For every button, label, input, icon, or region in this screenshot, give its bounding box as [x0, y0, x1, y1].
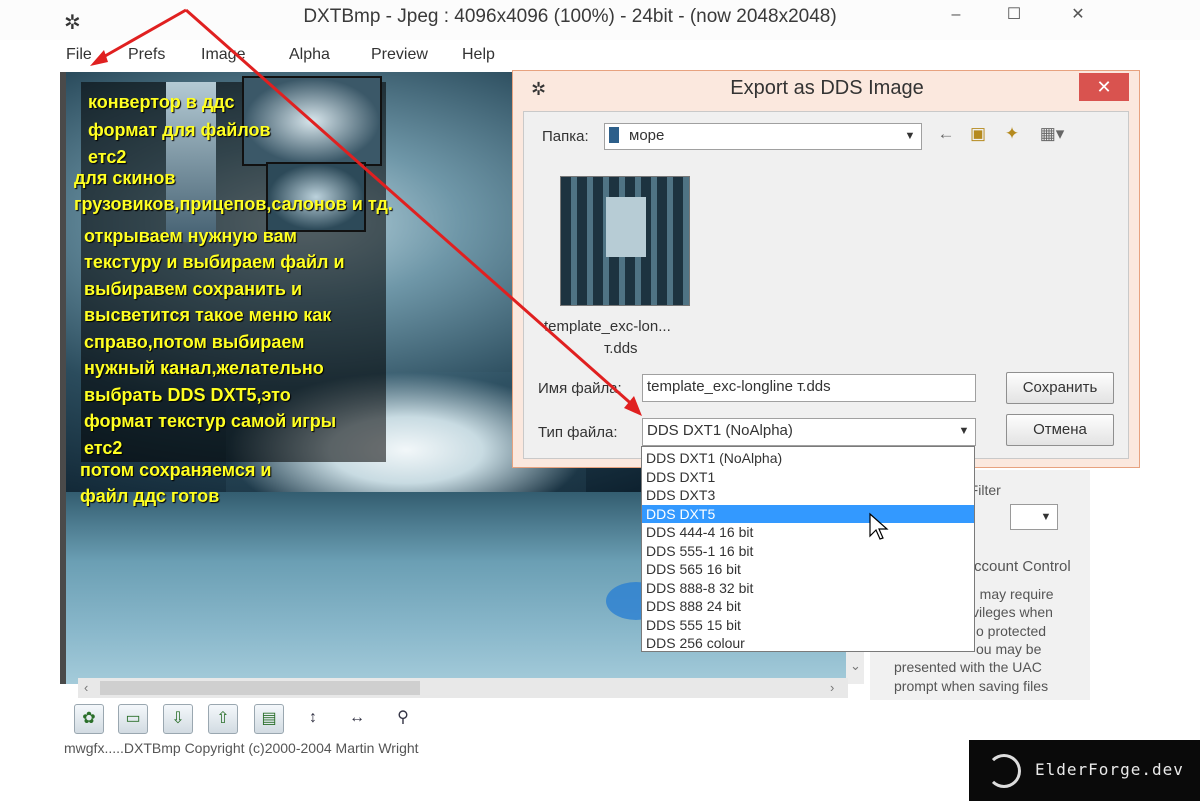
- maximize-button[interactable]: ☐: [1002, 4, 1026, 26]
- filetype-option[interactable]: DDS 555-1 16 bit: [642, 542, 974, 561]
- thumbnail-caption: т.dds: [604, 340, 638, 357]
- status-bar: mwgfx.....DXTBmp Copyright (c)2000-2004 …: [64, 740, 419, 756]
- new-folder-icon[interactable]: ✦: [1000, 124, 1024, 146]
- filter-select[interactable]: ▼: [1010, 504, 1058, 530]
- export-dialog: ✲ Export as DDS Image ✕ Папка: море ▼ ← …: [512, 70, 1140, 468]
- scroll-down-icon[interactable]: ⌄: [850, 658, 861, 674]
- save-button[interactable]: Сохранить: [1006, 372, 1114, 404]
- butterfly-icon[interactable]: ✿: [74, 704, 104, 734]
- dialog-close-button[interactable]: ✕: [1079, 73, 1129, 101]
- dialog-body: Папка: море ▼ ← ▣ ✦ ▦▾ template_exc-lon.…: [523, 111, 1129, 459]
- filetype-option[interactable]: DDS 888-8 32 bit: [642, 579, 974, 598]
- filetype-option[interactable]: DDS DXT1 (NoAlpha): [642, 449, 974, 468]
- menu-image[interactable]: Image: [201, 46, 245, 64]
- filetype-option[interactable]: DDS 444-4 16 bit: [642, 523, 974, 542]
- filetype-option[interactable]: DDS DXT1: [642, 468, 974, 487]
- toolbar: ✿ ▭ ⇩ ⇧ ▤ ↕ ↔ ⚲: [70, 704, 450, 738]
- resize-horizontal-icon[interactable]: ↔: [342, 704, 372, 734]
- note-line: высветится такое меню как: [84, 305, 332, 325]
- scroll-right-icon[interactable]: ›: [830, 680, 834, 695]
- note-line: выбрать DDS DXT5,это: [84, 385, 291, 405]
- dialog-title: Export as DDS Image: [730, 77, 924, 99]
- filename-input[interactable]: template_exc-longline т.dds: [642, 374, 976, 402]
- filetype-value: DDS DXT1 (NoAlpha): [647, 422, 793, 439]
- filetype-option[interactable]: DDS 565 16 bit: [642, 560, 974, 579]
- chevron-down-icon: ▼: [904, 130, 916, 142]
- note-line: выбиравем сохранить и: [84, 279, 303, 299]
- note-line: файл ддс готов: [80, 486, 220, 506]
- filetype-option[interactable]: DDS 256 colour: [642, 634, 974, 653]
- chevron-down-icon: ▼: [1040, 511, 1052, 523]
- zoom-icon[interactable]: ⚲: [388, 704, 418, 734]
- menu-preview[interactable]: Preview: [371, 46, 428, 64]
- uac-text: n may require: [968, 586, 1054, 602]
- menu-alpha[interactable]: Alpha: [289, 46, 330, 64]
- cancel-button[interactable]: Отмена: [1006, 414, 1114, 446]
- menu-file[interactable]: File: [66, 46, 92, 64]
- close-button[interactable]: ✕: [1066, 4, 1090, 26]
- watermark: ElderForge.dev: [969, 740, 1200, 801]
- watermark-text: ElderForge.dev: [1035, 760, 1184, 779]
- filetype-dropdown-list: DDS DXT1 (NoAlpha) DDS DXT1 DDS DXT3 DDS…: [641, 446, 975, 652]
- chevron-down-icon: ▼: [958, 425, 970, 437]
- filetype-option[interactable]: DDS 888 24 bit: [642, 597, 974, 616]
- uac-title: ccount Control: [974, 558, 1071, 575]
- filetype-option[interactable]: DDS 555 15 bit: [642, 616, 974, 635]
- mouse-cursor-icon: [869, 512, 889, 540]
- uac-text: o protected: [976, 623, 1047, 639]
- note-line: для скинов: [74, 168, 176, 188]
- note-line: нужный канал,желательно: [84, 358, 324, 378]
- folder-icon: [609, 127, 619, 143]
- minimize-button[interactable]: –: [944, 4, 968, 26]
- folder-label: Папка:: [542, 128, 589, 145]
- scroll-thumb[interactable]: [100, 681, 420, 695]
- note-line: потом сохраняемся и: [80, 460, 272, 480]
- note-line: справо,потом выбираем: [84, 332, 305, 352]
- import-icon[interactable]: ⇩: [163, 704, 193, 734]
- filetype-select[interactable]: DDS DXT1 (NoAlpha) ▼: [642, 418, 976, 446]
- filetype-option-selected[interactable]: DDS DXT5: [642, 504, 974, 523]
- up-folder-icon[interactable]: ▣: [966, 124, 990, 146]
- view-menu-icon[interactable]: ▦▾: [1034, 124, 1070, 146]
- scroll-left-icon[interactable]: ‹: [84, 680, 88, 695]
- note-line: формат текстур самой игры: [84, 411, 337, 431]
- horizontal-scrollbar[interactable]: ‹ ›: [78, 678, 848, 698]
- filetype-option[interactable]: DDS DXT3: [642, 486, 974, 505]
- folder-value: море: [629, 127, 665, 144]
- note-line: текстуру и выбираем файл и: [84, 252, 345, 272]
- file-thumbnail[interactable]: [560, 176, 690, 306]
- note-line: грузовиков,прицепов,салонов и тд.: [74, 194, 393, 214]
- note-line: открываем нужную вам: [84, 226, 297, 246]
- uac-text: prompt when saving files: [894, 678, 1049, 694]
- title-bar: ✲ DXTBmp - Jpeg : 4096x4096 (100%) - 24b…: [0, 0, 1200, 40]
- export-icon[interactable]: ⇧: [208, 704, 238, 734]
- menu-prefs[interactable]: Prefs: [128, 46, 165, 64]
- uac-text: presented with the UAC: [894, 659, 1042, 675]
- menu-help[interactable]: Help: [462, 46, 495, 64]
- uac-text: vileges when: [972, 604, 1053, 620]
- uac-text: ou may be: [976, 641, 1042, 657]
- folder-select[interactable]: море ▼: [604, 123, 922, 150]
- resize-vertical-icon[interactable]: ↕: [298, 704, 328, 734]
- back-icon[interactable]: ←: [934, 124, 958, 146]
- thumbnail-detail: [606, 197, 646, 257]
- menu-bar: File Prefs Image Alpha Preview Help: [56, 42, 1106, 70]
- filetype-label: Тип файла:: [538, 424, 618, 441]
- open-folder-icon[interactable]: ▭: [118, 704, 148, 734]
- window-title: DXTBmp - Jpeg : 4096x4096 (100%) - 24bit…: [303, 6, 837, 27]
- note-line: конвертор в ддс: [88, 92, 235, 112]
- note-line: формат для файлов: [88, 120, 271, 140]
- thumbnail-caption: template_exc-lon...: [544, 318, 671, 335]
- logo-icon: [987, 754, 1021, 788]
- filename-label: Имя файла:: [538, 380, 622, 397]
- save-folder-icon[interactable]: ▤: [254, 704, 284, 734]
